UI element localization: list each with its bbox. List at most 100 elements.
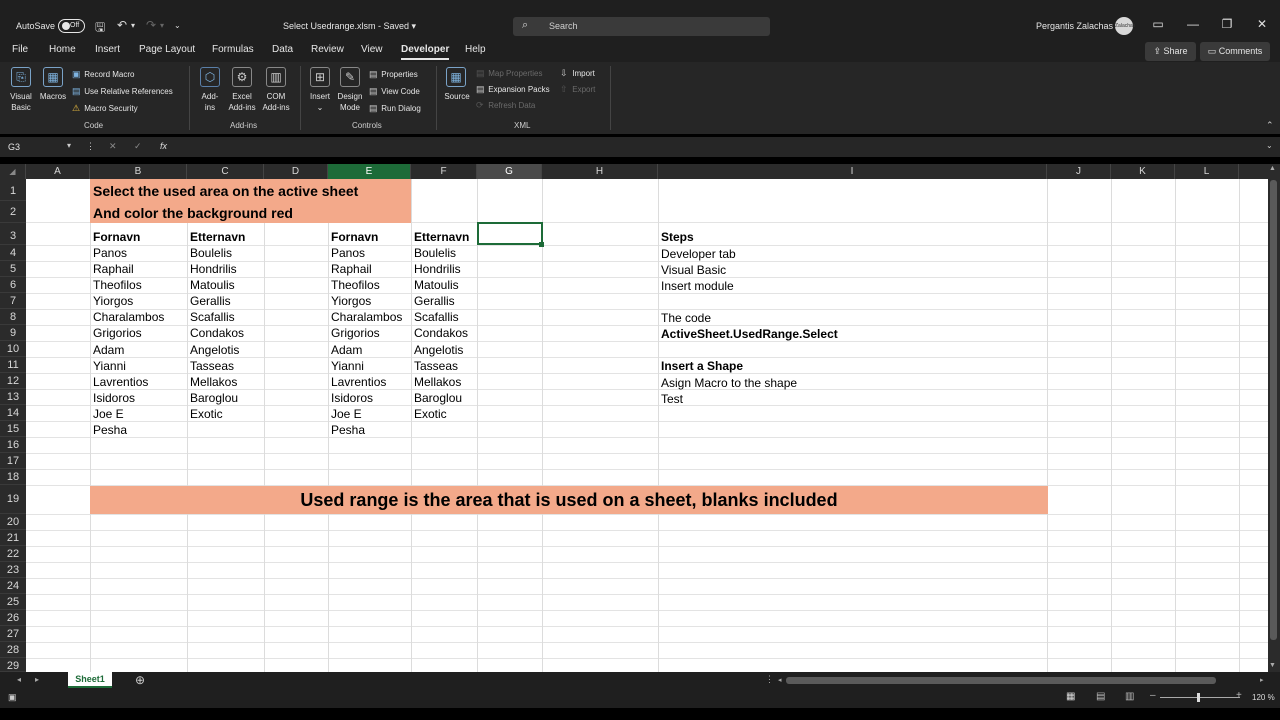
column-header-c[interactable]: C bbox=[187, 164, 264, 179]
restore-icon[interactable]: ❐ bbox=[1217, 17, 1237, 31]
tab-review[interactable]: Review bbox=[311, 44, 344, 55]
properties-button[interactable]: ▤ Properties bbox=[369, 69, 418, 80]
column-header-k[interactable]: K bbox=[1111, 164, 1175, 179]
column-header-j[interactable]: J bbox=[1047, 164, 1111, 179]
autosave-toggle[interactable]: Off bbox=[58, 19, 85, 33]
undo-dropdown-icon[interactable]: ▾ bbox=[131, 21, 135, 30]
column-header-d[interactable]: D bbox=[264, 164, 328, 179]
zoom-slider-thumb[interactable] bbox=[1197, 693, 1200, 702]
tab-view[interactable]: View bbox=[361, 44, 383, 55]
zoom-out-icon[interactable]: – bbox=[1150, 690, 1156, 701]
page-break-view-icon[interactable]: ▥ bbox=[1125, 691, 1134, 702]
source-button[interactable]: Source bbox=[441, 91, 473, 102]
record-macro-button[interactable]: ▣ Record Macro bbox=[72, 69, 134, 80]
tab-data[interactable]: Data bbox=[272, 44, 293, 55]
column-header-g[interactable]: G bbox=[477, 164, 542, 179]
row-header[interactable]: 14 bbox=[0, 405, 26, 421]
avatar[interactable]: Zalachas bbox=[1115, 17, 1135, 35]
ribbon-display-icon[interactable]: ▭ bbox=[1148, 17, 1168, 31]
save-icon[interactable]: 🖫 bbox=[95, 18, 105, 39]
column-header-f[interactable]: F bbox=[411, 164, 477, 179]
row-header[interactable]: 16 bbox=[0, 437, 26, 453]
row-header[interactable]: 25 bbox=[0, 594, 26, 610]
share-button[interactable]: ⇪ Share bbox=[1145, 42, 1196, 61]
fill-handle[interactable] bbox=[539, 242, 544, 247]
normal-view-icon[interactable]: ▦ bbox=[1066, 691, 1075, 702]
row-header[interactable]: 7 bbox=[0, 293, 26, 309]
tab-formulas[interactable]: Formulas bbox=[212, 44, 254, 55]
row-header[interactable]: 3 bbox=[0, 223, 26, 245]
macros-button[interactable]: Macros bbox=[36, 91, 70, 102]
plus-circle-icon[interactable]: ⊕ bbox=[135, 673, 145, 687]
enter-icon[interactable]: ✓ bbox=[134, 141, 142, 152]
zoom-in-icon[interactable]: + bbox=[1236, 690, 1242, 701]
row-header[interactable]: 10 bbox=[0, 341, 26, 357]
row-header[interactable]: 15 bbox=[0, 421, 26, 437]
user-name[interactable]: Pergantis Zalachas bbox=[1036, 21, 1113, 31]
row-header[interactable]: 22 bbox=[0, 546, 26, 562]
view-code-button[interactable]: ▤ View Code bbox=[369, 86, 420, 97]
row-header[interactable]: 20 bbox=[0, 514, 26, 530]
row-header[interactable]: 27 bbox=[0, 626, 26, 642]
tab-split-icon[interactable]: ⋮ bbox=[765, 674, 774, 685]
column-header-a[interactable]: A bbox=[26, 164, 90, 179]
row-header[interactable]: 8 bbox=[0, 309, 26, 325]
use-relative-references-button[interactable]: ▤ Use Relative References bbox=[72, 86, 173, 97]
row-header[interactable]: 11 bbox=[0, 357, 26, 373]
tab-help[interactable]: Help bbox=[465, 44, 486, 55]
document-title[interactable]: Select Usedrange.xlsm - Saved ▾ bbox=[283, 21, 416, 32]
row-header[interactable]: 4 bbox=[0, 245, 26, 261]
column-header-i[interactable]: I bbox=[658, 164, 1047, 179]
column-header-e[interactable]: E bbox=[328, 164, 411, 179]
sheet-tab-sheet1[interactable]: Sheet1 bbox=[68, 672, 112, 688]
close-icon[interactable]: ✕ bbox=[1252, 17, 1272, 31]
refresh-data-button[interactable]: ⟳ Refresh Data bbox=[476, 100, 535, 111]
prev-sheet-icon[interactable]: ◂ bbox=[17, 675, 21, 684]
row-header[interactable]: 12 bbox=[0, 373, 26, 389]
row-header[interactable]: 24 bbox=[0, 578, 26, 594]
row-header[interactable]: 28 bbox=[0, 642, 26, 658]
tab-file[interactable]: File bbox=[12, 44, 28, 55]
row-header[interactable]: 2 bbox=[0, 201, 26, 223]
expansion-packs-button[interactable]: ▤ Expansion Packs bbox=[476, 84, 550, 95]
page-layout-view-icon[interactable]: ▤ bbox=[1096, 691, 1105, 702]
collapse-ribbon-icon[interactable]: ⌃ bbox=[1266, 120, 1274, 131]
tab-home[interactable]: Home bbox=[49, 44, 76, 55]
column-header-h[interactable]: H bbox=[542, 164, 658, 179]
customize-qat-icon[interactable]: ⌄ bbox=[174, 21, 181, 30]
visual-basic-button[interactable]: Visual Basic bbox=[4, 91, 38, 113]
cancel-icon[interactable]: ✕ bbox=[109, 141, 117, 152]
map-properties-button[interactable]: ▤ Map Properties bbox=[476, 68, 542, 79]
zoom-level[interactable]: 120 % bbox=[1252, 693, 1275, 702]
row-header[interactable]: 9 bbox=[0, 325, 26, 341]
com-addins-button[interactable]: COM Add-ins bbox=[259, 91, 293, 113]
row-header[interactable]: 29 bbox=[0, 658, 26, 672]
vertical-scroll-thumb[interactable] bbox=[1270, 180, 1277, 640]
scroll-down-icon[interactable]: ▼ bbox=[1269, 662, 1276, 669]
name-box-dropdown-icon[interactable]: ▾ bbox=[67, 141, 71, 150]
tab-insert[interactable]: Insert bbox=[95, 44, 120, 55]
scroll-right-icon[interactable]: ▸ bbox=[1260, 676, 1264, 684]
undo-icon[interactable]: ↶ bbox=[117, 18, 127, 32]
import-button[interactable]: ⇩ Import bbox=[560, 68, 595, 79]
macro-security-button[interactable]: ⚠ Macro Security bbox=[72, 103, 138, 114]
excel-addins-button[interactable]: Excel Add-ins bbox=[225, 91, 259, 113]
row-header[interactable]: 18 bbox=[0, 469, 26, 485]
next-sheet-icon[interactable]: ▸ bbox=[35, 675, 39, 684]
minimize-icon[interactable]: — bbox=[1183, 17, 1203, 31]
row-header[interactable]: 23 bbox=[0, 562, 26, 578]
more-options-icon[interactable]: ⋮ bbox=[86, 141, 95, 152]
tab-developer[interactable]: Developer bbox=[401, 44, 449, 55]
horizontal-scroll-thumb[interactable] bbox=[786, 677, 1216, 684]
row-header[interactable]: 6 bbox=[0, 277, 26, 293]
select-all-corner[interactable]: ◢ bbox=[0, 164, 26, 179]
row-header[interactable]: 13 bbox=[0, 389, 26, 405]
addins-button[interactable]: Add- ins bbox=[196, 91, 224, 113]
export-button[interactable]: ⇧ Export bbox=[560, 84, 595, 95]
tab-page-layout[interactable]: Page Layout bbox=[139, 44, 195, 55]
column-header-l[interactable]: L bbox=[1175, 164, 1239, 179]
active-cell-g3[interactable] bbox=[477, 222, 543, 245]
redo-dropdown-icon[interactable]: ▾ bbox=[160, 21, 164, 30]
insert-function-icon[interactable]: fx bbox=[160, 141, 167, 151]
row-header[interactable]: 26 bbox=[0, 610, 26, 626]
